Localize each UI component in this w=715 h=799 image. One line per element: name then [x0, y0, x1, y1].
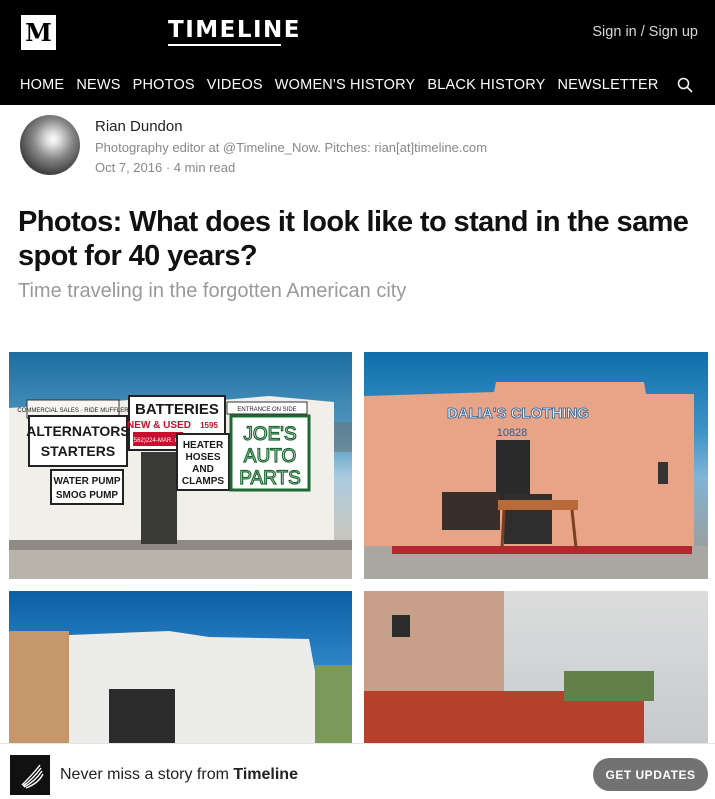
sign-smog-pump: SMOG PUMP — [56, 490, 119, 501]
photo-auto-parts-store[interactable]: COMMERCIAL SALES · RIDE MUFFLER ALTERNAT… — [9, 352, 352, 579]
publication-logo[interactable]: TIMELINE — [168, 17, 301, 43]
get-updates-button[interactable]: GET UPDATES — [593, 758, 708, 791]
sign-address: 10828 — [497, 427, 528, 439]
sign-hoses: HOSES — [185, 452, 220, 463]
search-icon[interactable] — [677, 77, 693, 93]
sign-auto: AUTO — [244, 446, 296, 467]
timeline-logo-icon[interactable] — [10, 755, 50, 795]
main-nav: HOME NEWS PHOTOS VIDEOS WOMEN'S HISTORY … — [20, 77, 693, 93]
photo-clothing-store[interactable]: DALIA'S CLOTHING 10828 — [364, 352, 708, 579]
cta-prefix: Never miss a story from — [60, 766, 234, 783]
top-bar: M TIMELINE Sign in / Sign up HOME NEWS P… — [0, 0, 715, 105]
nav-newsletter[interactable]: NEWSLETTER — [558, 77, 659, 93]
sign-water-pump: WATER PUMP — [53, 476, 120, 487]
sign-price: 1595 — [200, 421, 218, 430]
sign-clamps: CLAMPS — [182, 476, 225, 487]
nav-videos[interactable]: VIDEOS — [207, 77, 263, 93]
nav-black-history[interactable]: BLACK HISTORY — [427, 77, 545, 93]
sign-joes: JOE'S — [243, 424, 296, 445]
sign-alternators: ALTERNATORS — [26, 423, 129, 439]
medium-logo[interactable]: M — [21, 15, 56, 50]
sign-entrance-on-side: ENTRANCE ON SIDE — [237, 407, 296, 413]
logo-underline — [168, 44, 281, 46]
sign-in-link[interactable]: Sign in / Sign up — [592, 24, 698, 40]
author-avatar[interactable] — [20, 115, 80, 175]
author-bio: Photography editor at @Timeline_Now. Pit… — [95, 140, 488, 155]
sign-parts: PARTS — [239, 468, 301, 489]
follow-bar: Never miss a story from Timeline GET UPD… — [0, 743, 715, 799]
nav-womens-history[interactable]: WOMEN'S HISTORY — [275, 77, 416, 93]
medium-logo-letter: M — [25, 17, 52, 47]
nav-news[interactable]: NEWS — [76, 77, 120, 93]
sign-dalias-clothing: DALIA'S CLOTHING — [447, 405, 589, 422]
sign-batteries: BATTERIES — [135, 401, 219, 418]
photo-construction-building[interactable] — [9, 591, 352, 743]
sign-starters: STARTERS — [41, 443, 115, 459]
cta-brand[interactable]: Timeline — [233, 766, 298, 783]
sign-new-used: NEW & USED — [127, 420, 191, 431]
nav-photos[interactable]: PHOTOS — [133, 77, 195, 93]
sign-and: AND — [192, 464, 214, 475]
nav-home[interactable]: HOME — [20, 77, 64, 93]
article-subtitle: Time traveling in the forgotten American… — [18, 280, 407, 302]
article-title: Photos: What does it look like to stand … — [18, 206, 689, 272]
sign-commercial: COMMERCIAL SALES · RIDE MUFFLER — [17, 408, 129, 414]
sign-heater: HEATER — [183, 440, 224, 451]
author-name[interactable]: Rian Dundon — [95, 118, 183, 135]
cta-text: Never miss a story from Timeline — [60, 766, 298, 784]
post-meta: Oct 7, 2016 · 4 min read — [95, 160, 236, 175]
photo-red-fence-houses[interactable] — [364, 591, 708, 743]
